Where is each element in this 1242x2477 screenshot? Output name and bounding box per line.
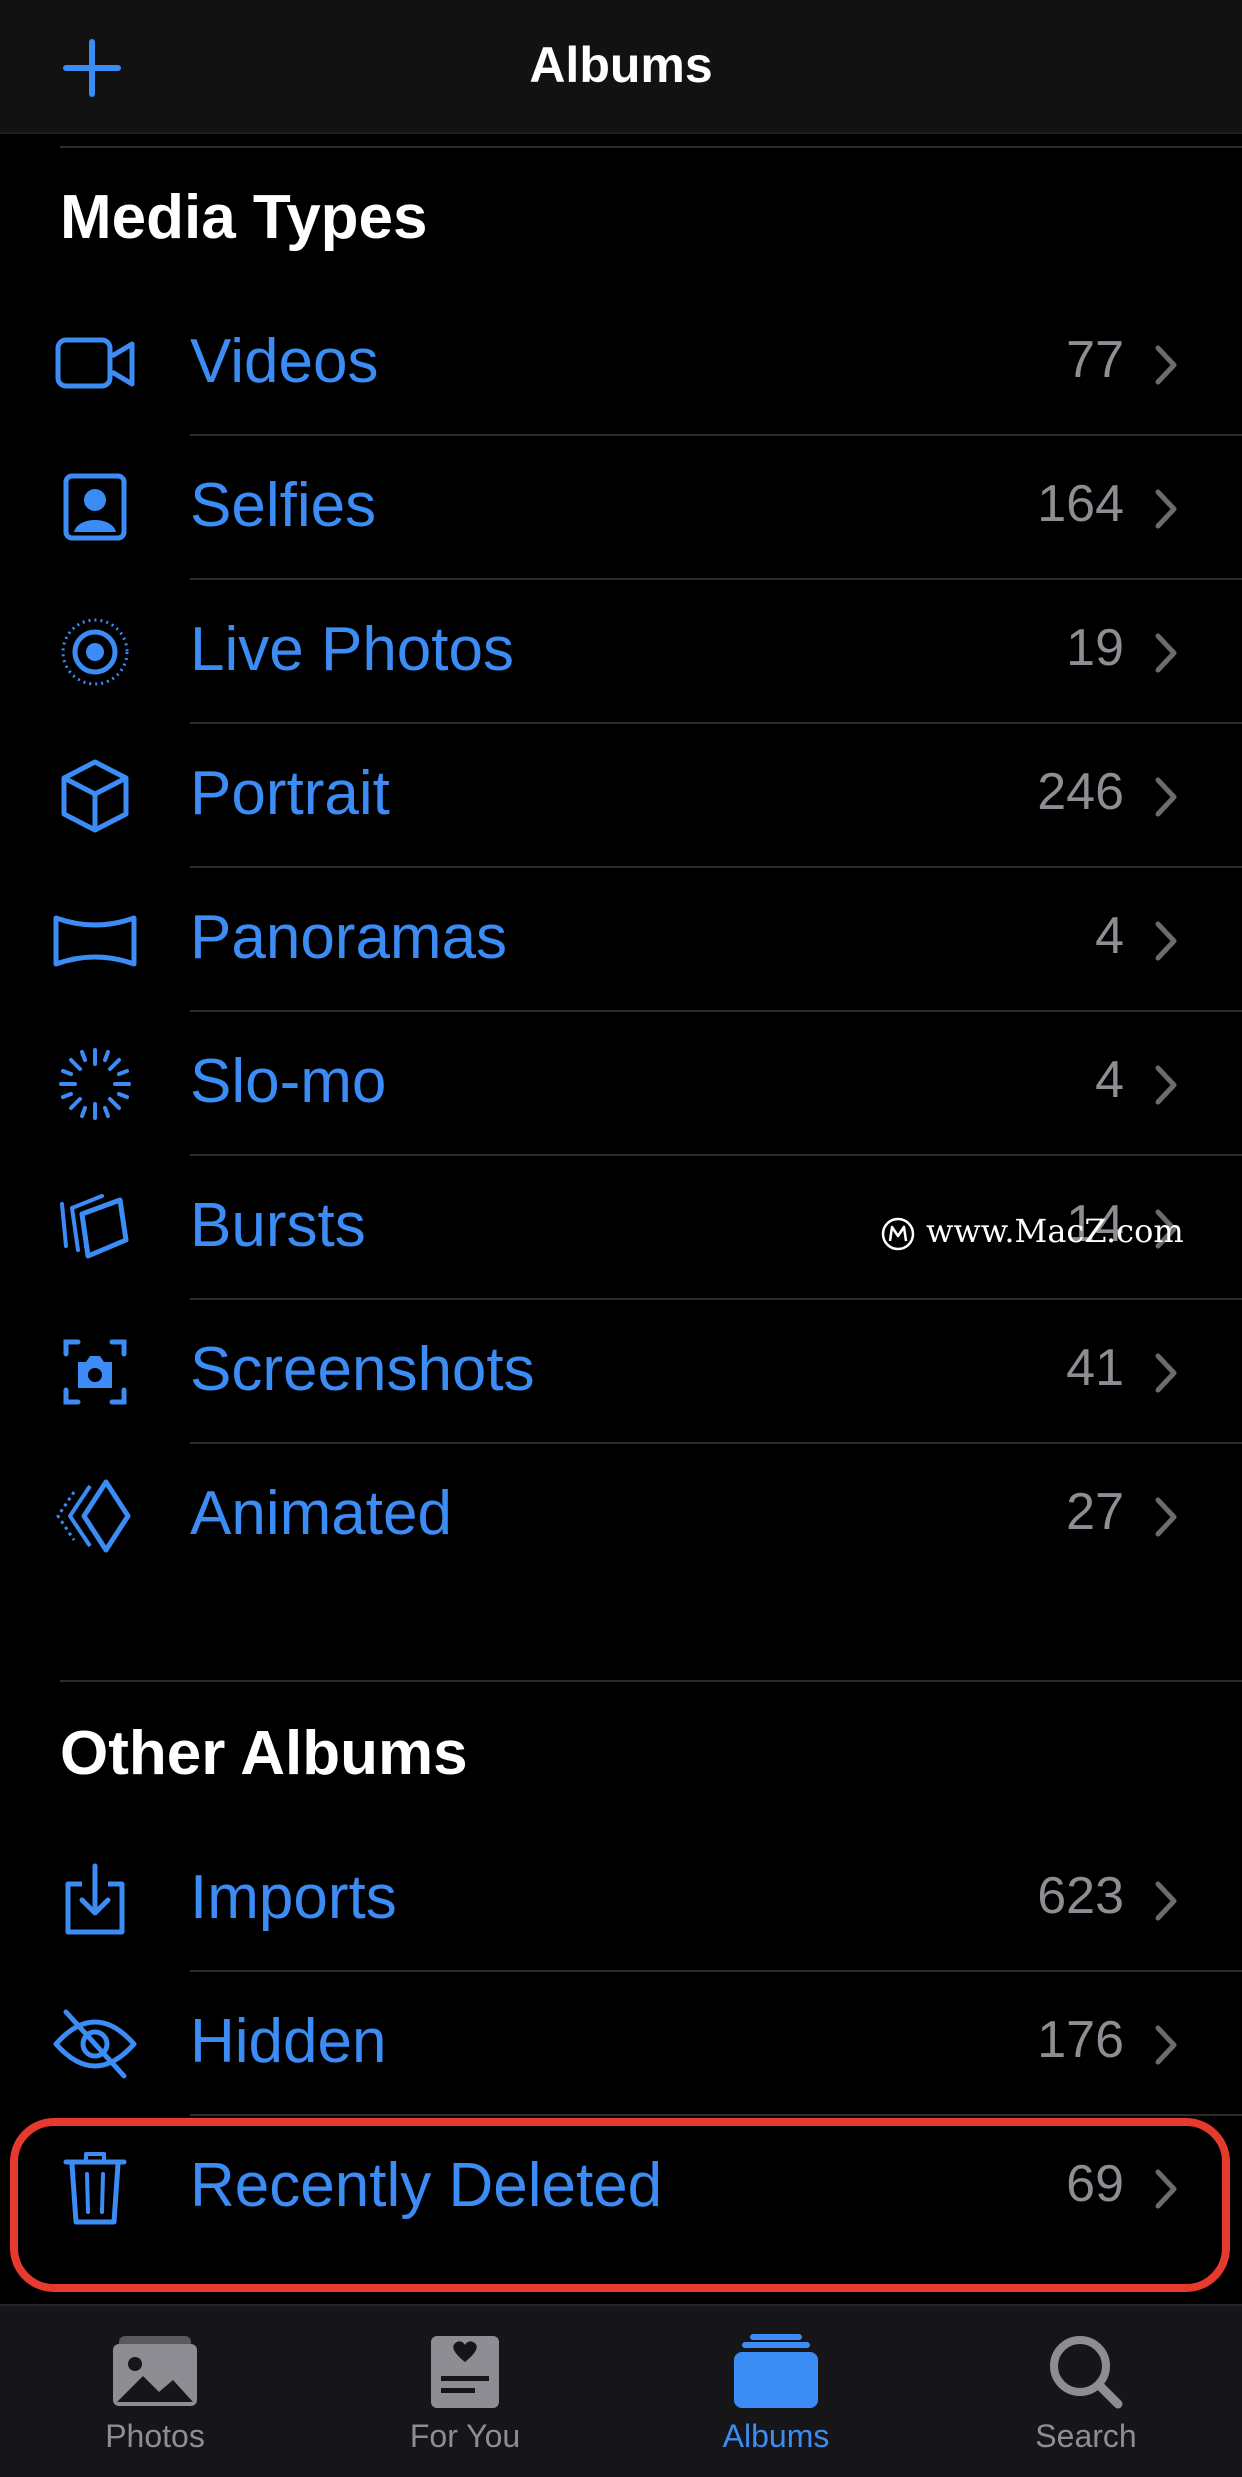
album-label: Screenshots (190, 1335, 535, 1404)
chevron-right-icon (1155, 489, 1177, 529)
chevron-right-icon (1155, 921, 1177, 961)
album-count: 41 (1066, 1339, 1124, 1397)
panorama-icon (53, 915, 137, 967)
chevron-right-icon (1155, 777, 1177, 817)
album-row-selfies[interactable]: Selfies 164 (0, 436, 1242, 580)
chevron-right-icon (1155, 1881, 1177, 1921)
watermark: www.MacZ.com (880, 1212, 1184, 1252)
album-row-videos[interactable]: Videos 77 (0, 292, 1242, 436)
macz-logo-icon (881, 1217, 915, 1250)
album-label: Slo-mo (190, 1047, 387, 1116)
divider (60, 146, 1242, 148)
video-camera-icon (55, 337, 135, 389)
album-label: Videos (190, 327, 379, 396)
album-label: Imports (190, 1863, 397, 1932)
chevron-right-icon (1155, 633, 1177, 673)
eye-slash-icon (53, 2009, 137, 2079)
album-label: Animated (190, 1479, 452, 1548)
album-row-slo-mo[interactable]: Slo-mo 4 (0, 1012, 1242, 1156)
for-you-icon (431, 2336, 499, 2408)
album-count: 4 (1095, 907, 1124, 965)
watermark-text: www.MacZ.com (926, 1212, 1184, 1250)
animated-icon (56, 1479, 131, 1553)
tab-search[interactable]: Search (986, 2326, 1186, 2466)
tab-label: For You (409, 2418, 521, 2454)
tab-albums[interactable]: Albums (676, 2326, 876, 2466)
album-count: 246 (1037, 763, 1124, 821)
album-label: Selfies (190, 471, 377, 540)
screenshot-icon (63, 1339, 127, 1405)
album-label: Bursts (190, 1191, 366, 1260)
chevron-right-icon (1155, 2025, 1177, 2065)
tab-photos[interactable]: Photos (55, 2326, 255, 2466)
album-row-screenshots[interactable]: Screenshots 41 (0, 1300, 1242, 1444)
album-count: 27 (1066, 1483, 1124, 1541)
chevron-right-icon (1155, 1497, 1177, 1537)
album-count: 623 (1037, 1867, 1124, 1925)
album-row-animated[interactable]: Animated 27 (0, 1444, 1242, 1588)
tab-for-you[interactable]: For You (365, 2326, 565, 2466)
album-count: 77 (1066, 331, 1124, 389)
bursts-icon (60, 1194, 129, 1259)
chevron-right-icon (1155, 1065, 1177, 1105)
tab-bar: Photos For You Albums Search (0, 2304, 1242, 2477)
album-row-live-photos[interactable]: Live Photos 19 (0, 580, 1242, 724)
album-row-panoramas[interactable]: Panoramas 4 (0, 868, 1242, 1012)
page-title: Albums (529, 37, 713, 93)
photos-icon (113, 2336, 197, 2406)
album-label: Portrait (190, 759, 390, 828)
slo-mo-icon (59, 1048, 131, 1120)
album-row-portrait[interactable]: Portrait 246 (0, 724, 1242, 868)
cube-icon (61, 759, 129, 833)
highlight-annotation-box (10, 2118, 1230, 2292)
album-count: 4 (1095, 1051, 1124, 1109)
album-row-imports[interactable]: Imports 623 (0, 1828, 1242, 1972)
chevron-right-icon (1155, 1353, 1177, 1393)
chevron-right-icon (1155, 345, 1177, 385)
album-label: Panoramas (190, 903, 508, 972)
albums-icon (734, 2334, 818, 2408)
album-label: Live Photos (190, 615, 514, 684)
tab-label: Albums (722, 2418, 830, 2454)
section-title-other-albums: Other Albums (60, 1719, 468, 1788)
import-icon (65, 1863, 125, 1935)
tab-label: Photos (105, 2418, 205, 2454)
section-title-media-types: Media Types (60, 183, 428, 252)
album-count: 176 (1037, 2011, 1124, 2069)
tab-label: Search (1035, 2418, 1137, 2454)
section-divider (60, 1680, 1242, 1682)
album-count: 19 (1066, 619, 1124, 677)
album-count: 164 (1037, 475, 1124, 533)
live-photo-icon (61, 618, 129, 686)
selfie-portrait-icon (63, 473, 127, 541)
album-row-hidden[interactable]: Hidden 176 (0, 1972, 1242, 2116)
navigation-bar: Albums (0, 0, 1242, 134)
search-icon (1050, 2336, 1123, 2409)
album-label: Hidden (190, 2007, 387, 2076)
